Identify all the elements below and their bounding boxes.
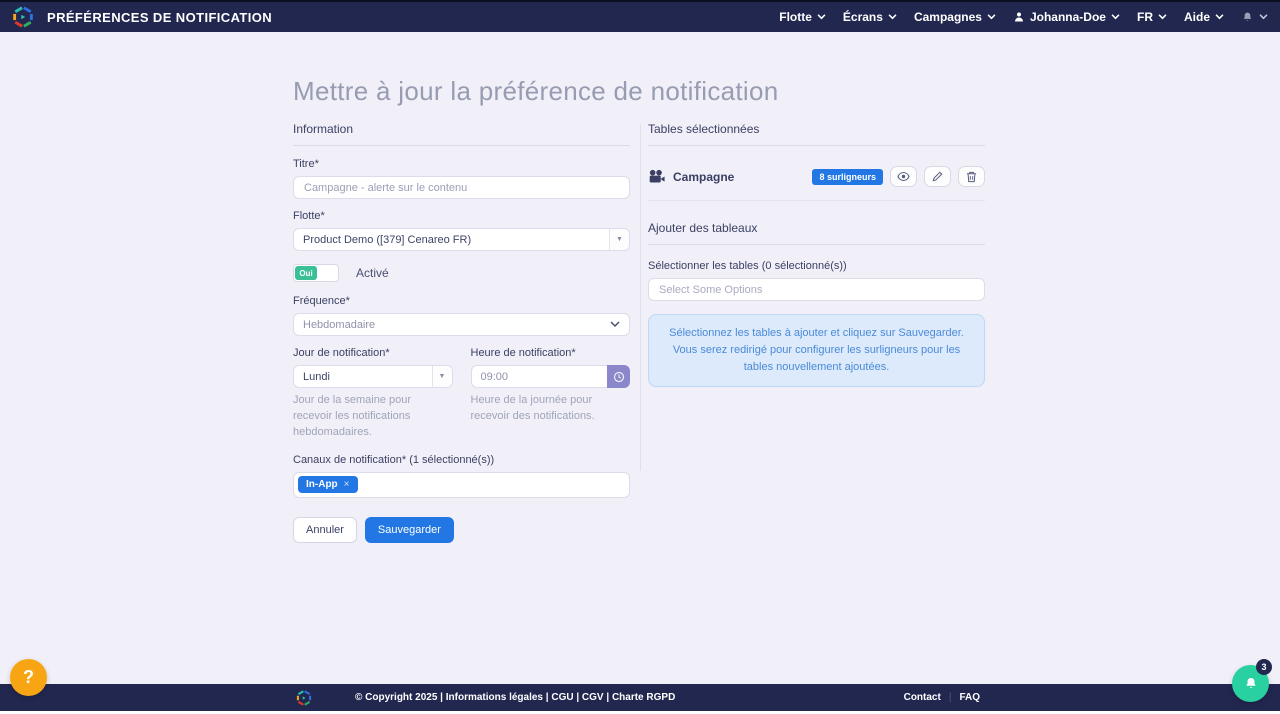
chevron-down-icon <box>1111 14 1120 20</box>
footer-contact-link[interactable]: Contact <box>904 692 941 703</box>
flotte-selected-value: Product Demo ([379] Cenareo FR) <box>303 233 472 246</box>
frequence-selected-value: Hebdomadaire <box>303 318 376 331</box>
active-toggle-label: Activé <box>356 266 389 280</box>
chevron-down-icon <box>1158 14 1167 20</box>
chevron-down-icon <box>1215 14 1224 20</box>
footer: © Copyright 2025 | Informations légales … <box>0 684 1280 711</box>
information-header: Information <box>293 122 630 146</box>
app-logo-icon[interactable] <box>12 6 34 28</box>
footer-faq-link[interactable]: FAQ <box>959 692 980 703</box>
bell-icon <box>1245 677 1256 688</box>
remove-tag-icon[interactable]: × <box>344 479 350 490</box>
footer-copyright[interactable]: © Copyright 2025 | Informations légales … <box>355 692 675 703</box>
frequence-select[interactable]: Hebdomadaire <box>293 313 630 336</box>
chevron-down-icon <box>987 14 996 20</box>
canaux-multiselect[interactable]: In-App × <box>293 471 630 498</box>
jour-help-text: Jour de la semaine pour recevoir les not… <box>293 394 412 438</box>
highlighters-badge: 8 surligneurs <box>812 168 883 185</box>
table-row: Campagne 8 surligneurs <box>648 158 985 201</box>
top-strip <box>0 0 1280 2</box>
nav-item-campagnes[interactable]: Campagnes <box>914 10 996 24</box>
video-camera-icon <box>649 169 665 183</box>
main-content: Mettre à jour la préférence de notificat… <box>0 32 1280 684</box>
titre-input[interactable] <box>293 176 630 199</box>
table-name: Campagne <box>673 169 735 184</box>
clock-icon <box>613 371 624 382</box>
help-fab[interactable]: ? <box>10 659 47 696</box>
jour-select[interactable]: Lundi ▼ <box>293 365 453 388</box>
channel-tag: In-App × <box>298 476 358 494</box>
nav-item-aide[interactable]: Aide <box>1184 10 1224 24</box>
heure-input[interactable] <box>470 365 607 388</box>
navbar: PRÉFÉRENCES DE NOTIFICATION Flotte Écran… <box>0 2 1280 32</box>
nav-item-flotte[interactable]: Flotte <box>779 10 826 24</box>
chevron-down-icon <box>817 14 826 20</box>
bell-icon <box>1243 12 1252 21</box>
delete-button[interactable] <box>958 166 985 187</box>
page-title: Mettre à jour la préférence de notificat… <box>293 76 779 106</box>
tables-section: Tables sélectionnées Campagne 8 surligne… <box>648 122 985 388</box>
view-button[interactable] <box>890 166 917 187</box>
toggle-on-label: Oui <box>295 266 317 280</box>
notification-fab[interactable]: 3 <box>1232 659 1272 702</box>
eye-icon <box>897 171 910 182</box>
frequence-label: Fréquence* <box>293 295 350 307</box>
trash-icon <box>966 171 977 182</box>
edit-button[interactable] <box>924 166 951 187</box>
pencil-icon <box>932 171 943 182</box>
canaux-label: Canaux de notification* (1 sélectionné(s… <box>293 453 495 466</box>
tables-select-input[interactable] <box>648 278 985 301</box>
footer-logo-icon <box>296 689 312 706</box>
heure-help-text: Heure de la journée pour recevoir des no… <box>470 394 595 422</box>
nav-item-ecrans[interactable]: Écrans <box>843 10 897 24</box>
flotte-select[interactable]: Product Demo ([379] Cenareo FR) ▼ <box>293 228 630 251</box>
chevron-down-icon <box>610 321 620 328</box>
save-button[interactable]: Sauvegarder <box>364 516 454 543</box>
jour-label: Jour de notification* <box>293 347 390 359</box>
footer-link-separator: | <box>948 692 952 703</box>
tables-selected-header: Tables sélectionnées <box>648 122 985 146</box>
user-icon <box>1014 12 1023 22</box>
app-title: PRÉFÉRENCES DE NOTIFICATION <box>47 9 273 25</box>
notification-count-badge: 3 <box>1256 659 1272 675</box>
add-tables-header: Ajouter des tableaux <box>648 221 985 245</box>
time-picker-button[interactable] <box>607 365 630 388</box>
dropdown-arrow-icon: ▼ <box>431 366 452 387</box>
nav-item-notifications[interactable] <box>1241 11 1268 24</box>
heure-label: Heure de notification* <box>470 347 576 359</box>
chevron-down-icon <box>1259 14 1268 20</box>
titre-label: Titre* <box>293 158 319 170</box>
tables-select-label: Sélectionner les tables (0 sélectionné(s… <box>648 260 847 272</box>
nav-item-language[interactable]: FR <box>1137 10 1167 24</box>
cancel-button[interactable]: Annuler <box>293 516 357 543</box>
info-alert: Sélectionnez les tables à ajouter et cli… <box>648 314 985 388</box>
chevron-down-icon <box>888 14 897 20</box>
information-section: Information Titre* Flotte* Product Demo … <box>293 122 630 543</box>
dropdown-arrow-icon: ▼ <box>609 229 629 250</box>
nav-item-user[interactable]: Johanna-Doe <box>1013 10 1120 24</box>
jour-selected-value: Lundi <box>303 370 330 383</box>
flotte-label: Flotte* <box>293 210 325 222</box>
active-toggle[interactable]: Oui <box>293 264 339 282</box>
column-divider <box>640 124 641 471</box>
